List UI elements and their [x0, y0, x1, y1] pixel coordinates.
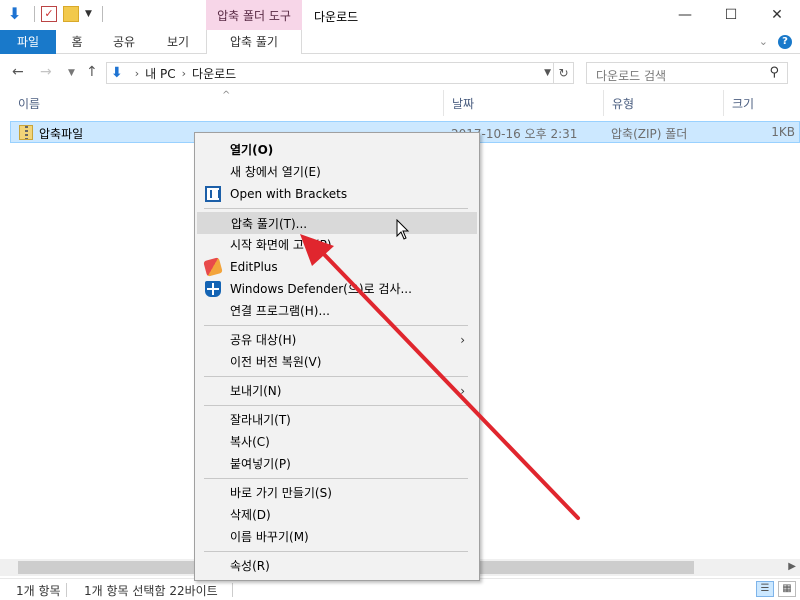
- column-divider[interactable]: [723, 90, 724, 116]
- forward-arrow-icon[interactable]: →: [40, 64, 52, 80]
- sort-ascending-icon: ^: [222, 90, 231, 101]
- download-folder-icon: ⬇: [8, 4, 22, 23]
- mouse-cursor-icon: [396, 219, 410, 240]
- column-divider[interactable]: [443, 90, 444, 116]
- submenu-chevron-icon: ›: [460, 384, 465, 398]
- menu-separator: [204, 405, 468, 406]
- properties-icon[interactable]: ✓: [41, 6, 57, 22]
- column-header-date[interactable]: 날짜: [452, 95, 474, 112]
- file-name: 압축파일: [39, 127, 84, 141]
- toolbar-divider: [34, 6, 35, 22]
- status-bar: 1개 항목 1개 항목 선택함 22바이트 ☰ ▦: [0, 578, 800, 600]
- search-icon[interactable]: ⚲: [769, 65, 779, 80]
- tab-file[interactable]: 파일: [0, 30, 56, 54]
- tab-home[interactable]: 홈: [60, 30, 94, 54]
- menu-item-defender-scan[interactable]: Windows Defender(으)로 검사...: [197, 278, 477, 300]
- column-headers: ^ 이름 날짜 유형 크기: [0, 90, 800, 116]
- back-arrow-icon[interactable]: ←: [12, 64, 24, 80]
- file-type: 압축(ZIP) 폴더: [611, 127, 688, 141]
- large-icons-view-icon[interactable]: ▦: [778, 581, 796, 597]
- help-icon[interactable]: ?: [778, 35, 792, 49]
- maximize-button[interactable]: ☐: [708, 0, 754, 30]
- menu-item-restore-previous[interactable]: 이전 버전 복원(V): [197, 351, 477, 373]
- column-header-type[interactable]: 유형: [612, 95, 634, 112]
- menu-item-pin-to-start[interactable]: 시작 화면에 고정(P): [197, 234, 477, 256]
- column-header-size[interactable]: 크기: [732, 95, 754, 112]
- column-header-name[interactable]: 이름: [18, 95, 40, 112]
- zip-folder-icon: [19, 125, 33, 140]
- close-button[interactable]: ✕: [754, 0, 800, 30]
- menu-item-send-to[interactable]: 보내기(N) ›: [197, 380, 477, 402]
- menu-item-properties[interactable]: 속성(R): [197, 555, 477, 577]
- window-title: 다운로드: [314, 10, 359, 24]
- new-folder-icon[interactable]: [63, 6, 79, 22]
- breadcrumb-chevron-icon[interactable]: ›: [135, 67, 139, 80]
- menu-item-open[interactable]: 열기(O): [197, 139, 477, 161]
- editplus-icon: [203, 257, 223, 277]
- ribbon-right-controls: ⌄ ?: [759, 30, 792, 54]
- download-location-icon: ⬇: [111, 65, 123, 81]
- menu-item-open-with[interactable]: 연결 프로그램(H)...: [197, 300, 477, 322]
- context-menu: 열기(O) 새 창에서 열기(E) Open with Brackets 압축 …: [194, 132, 480, 581]
- expand-ribbon-chevron-icon[interactable]: ⌄: [759, 30, 768, 54]
- menu-separator: [204, 208, 468, 209]
- submenu-chevron-icon: ›: [460, 333, 465, 347]
- file-size: 1KB: [771, 125, 795, 139]
- menu-item-delete[interactable]: 삭제(D): [197, 504, 477, 526]
- menu-item-open-with-brackets[interactable]: Open with Brackets: [197, 183, 477, 205]
- address-history-dropdown-icon[interactable]: ▼: [544, 68, 551, 78]
- details-view-icon[interactable]: ☰: [756, 581, 774, 597]
- navigation-row: ← → ▼ ↑ ⬇ › 내 PC › 다운로드 ▼ ↻ 다운로드 검색 ⚲: [0, 58, 800, 88]
- menu-item-rename[interactable]: 이름 바꾸기(M): [197, 526, 477, 548]
- refresh-icon[interactable]: ↻: [553, 63, 573, 83]
- menu-item-share-with[interactable]: 공유 대상(H) ›: [197, 329, 477, 351]
- brackets-icon: [205, 186, 221, 202]
- search-placeholder: 다운로드 검색: [596, 69, 667, 83]
- menu-item-copy[interactable]: 복사(C): [197, 431, 477, 453]
- tab-extract[interactable]: 압축 풀기: [206, 30, 302, 54]
- breadcrumb-downloads[interactable]: 다운로드: [192, 65, 236, 82]
- quick-access-toolbar: ⬇ ✓ ▼: [8, 6, 103, 22]
- menu-separator: [204, 478, 468, 479]
- recent-locations-chevron-icon[interactable]: ▼: [68, 68, 75, 78]
- breadcrumb-chevron-icon[interactable]: ›: [182, 67, 186, 80]
- customize-toolbar-dropdown-icon[interactable]: ▼: [85, 9, 92, 19]
- menu-separator: [204, 325, 468, 326]
- menu-item-create-shortcut[interactable]: 바로 가기 만들기(S): [197, 482, 477, 504]
- tab-share[interactable]: 공유: [104, 30, 144, 54]
- scroll-right-arrow-icon[interactable]: ▶: [788, 561, 796, 572]
- minimize-button[interactable]: —: [662, 0, 708, 30]
- menu-item-open-new-window[interactable]: 새 창에서 열기(E): [197, 161, 477, 183]
- toolbar-divider: [101, 6, 103, 22]
- title-bar: ⬇ ✓ ▼ 압축 폴더 도구 다운로드 — ☐ ✕: [0, 0, 800, 32]
- item-count: 1개 항목: [16, 584, 61, 598]
- status-divider: [66, 583, 67, 597]
- tab-view[interactable]: 보기: [158, 30, 198, 54]
- menu-separator: [204, 376, 468, 377]
- defender-icon: [205, 281, 221, 297]
- address-bar[interactable]: ⬇ › 내 PC › 다운로드 ▼ ↻: [106, 62, 574, 84]
- menu-item-editplus[interactable]: EditPlus: [197, 256, 477, 278]
- status-divider: [232, 583, 233, 597]
- ribbon-tabs: 파일 홈 공유 보기 압축 풀기 ⌄ ?: [0, 30, 800, 54]
- breadcrumb-this-pc[interactable]: 내 PC: [145, 65, 175, 82]
- menu-item-cut[interactable]: 잘라내기(T): [197, 409, 477, 431]
- column-divider[interactable]: [603, 90, 604, 116]
- search-input[interactable]: 다운로드 검색 ⚲: [586, 62, 788, 84]
- menu-item-extract[interactable]: 압축 풀기(T)...: [197, 212, 477, 234]
- compressed-folder-tools-label: 압축 폴더 도구: [206, 0, 302, 30]
- menu-item-paste[interactable]: 붙여넣기(P): [197, 453, 477, 475]
- menu-separator: [204, 551, 468, 552]
- selection-info: 1개 항목 선택함 22바이트: [84, 584, 218, 598]
- up-arrow-icon[interactable]: ↑: [86, 64, 98, 80]
